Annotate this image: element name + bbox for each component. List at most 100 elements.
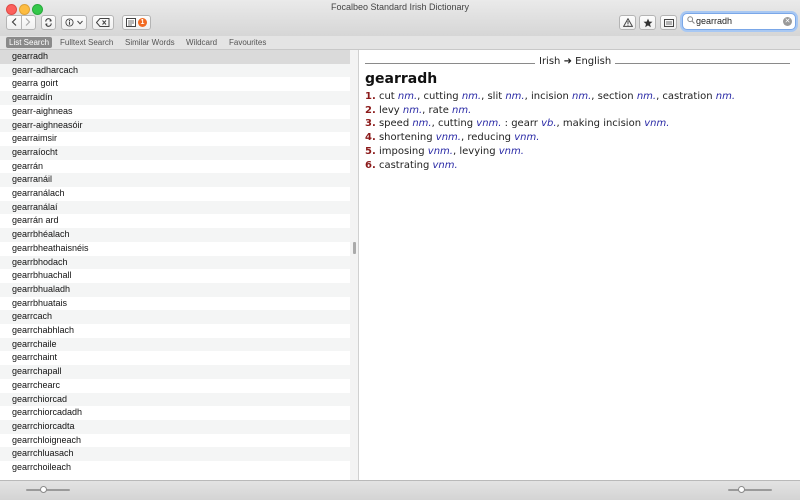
list-item[interactable]: gearrchearc (0, 379, 350, 393)
notes-icon (126, 18, 136, 27)
sense-number: 4. (365, 132, 376, 144)
list-item[interactable]: gearr-aighneasóir (0, 118, 350, 133)
list-item[interactable]: gearrchiorcadta (0, 419, 350, 434)
list-item[interactable]: gearrbhuatais (0, 297, 350, 311)
search-icon (687, 16, 695, 26)
entry-headword: gearradh (365, 71, 438, 87)
list-item[interactable]: gearrchluasach (0, 447, 350, 461)
list-item[interactable]: gearraidín (0, 91, 350, 105)
grammar-label: vnm. (432, 159, 458, 171)
list-item[interactable]: gearrchiorcad (0, 392, 350, 407)
tab-similar-words[interactable]: Similar Words (122, 37, 178, 48)
entry-view: Irish ➜ English gearradh 1. cut nm., cut… (359, 50, 800, 480)
translation-text: shortening (378, 132, 436, 144)
word-list[interactable]: gearradh gearr-adharcach gearra goirt gearr… (0, 50, 351, 480)
slider-knob[interactable] (737, 486, 745, 493)
list-item[interactable]: gearrchaint (0, 351, 350, 365)
translation-text: , making incision (556, 118, 645, 130)
report-button[interactable] (619, 15, 636, 30)
list-item[interactable]: gearrbhéalach (0, 228, 350, 242)
sense-number: 6. (365, 159, 376, 171)
list-item[interactable]: gearradh (0, 50, 350, 64)
grammar-label: nm. (461, 91, 482, 102)
sense-item: 3. speed nm., cutting vnm. : gearr vb., … (365, 117, 735, 131)
list-item[interactable]: gearrbheathaisnéis (0, 242, 350, 256)
list-item[interactable]: gearraíocht (0, 145, 350, 160)
grammar-label: vnm. (435, 132, 461, 144)
notes-count-badge: 1 (138, 18, 147, 27)
grammar-label: nm. (715, 91, 736, 102)
translation-text: levy (378, 104, 403, 116)
grammar-label: vnm. (427, 145, 453, 157)
info-icon (65, 18, 74, 27)
status-bar (0, 480, 800, 500)
list-item[interactable]: gearrchapall (0, 365, 350, 379)
search-mode-tabs: List Search Fulltext Search Similar Word… (0, 36, 800, 50)
translation-text: , cutting (431, 118, 477, 130)
nav-segment (6, 15, 36, 30)
chevron-left-icon (11, 17, 17, 26)
list-item[interactable]: gearrchaile (0, 337, 350, 352)
translation-text: , incision (524, 91, 572, 102)
list-item[interactable]: gearrchabhlach (0, 324, 350, 338)
list-item[interactable]: gearrán ard (0, 214, 350, 228)
sync-button[interactable] (41, 15, 56, 30)
list-item[interactable]: gearrán (0, 160, 350, 174)
list-item[interactable]: gearranáil (0, 173, 350, 187)
list-item[interactable]: gearrchoileach (0, 461, 350, 475)
sense-item: 4. shortening vnm., reducing vnm. (365, 131, 735, 145)
slider-knob[interactable] (40, 486, 48, 493)
sense-item: 5. imposing vnm., levying vnm. (365, 145, 735, 159)
chevron-right-icon (25, 17, 31, 26)
translation-text: , section (591, 91, 637, 102)
window-title: Focalbeo Standard Irish Dictionary (330, 2, 470, 12)
grammar-label: nm. (636, 91, 657, 102)
list-item[interactable]: gearrbhodach (0, 255, 350, 270)
translation-text: , reducing (460, 132, 515, 144)
search-input[interactable] (696, 15, 782, 27)
list-item[interactable]: gearranálaí (0, 200, 350, 215)
app-window: Focalbeo Standard Irish Dictionary 1 gea… (0, 0, 800, 500)
sense-number: 2. (365, 104, 376, 116)
list-item[interactable]: gearrchiorcadadh (0, 406, 350, 420)
sense-number: 1. (365, 91, 376, 102)
tab-list-search[interactable]: List Search (6, 37, 53, 48)
tab-favourites[interactable]: Favourites (226, 37, 269, 48)
clear-search-icon[interactable]: ✕ (783, 17, 792, 26)
grammar-label: vnm. (514, 132, 540, 144)
grammar-label: nm. (571, 91, 592, 102)
forward-button[interactable] (21, 17, 35, 28)
pane-splitter[interactable] (350, 50, 359, 480)
splitter-handle[interactable] (353, 242, 356, 254)
sense-number: 3. (365, 118, 376, 130)
list-item[interactable]: gearrcach (0, 310, 350, 324)
list-item[interactable]: gearra goirt (0, 77, 350, 91)
translation-text: , castration (656, 91, 716, 102)
list-font-size-slider[interactable] (26, 486, 70, 493)
tab-fulltext-search[interactable]: Fulltext Search (57, 37, 116, 48)
grammar-label: nm. (452, 104, 472, 116)
grammar-label: vnm. (498, 145, 524, 157)
back-button[interactable] (7, 17, 21, 28)
translation-text: cut (378, 91, 398, 102)
tab-wildcard[interactable]: Wildcard (183, 37, 220, 48)
keyboard-button[interactable] (660, 15, 677, 30)
sense-item: 2. levy nm., rate nm. (365, 104, 735, 118)
translation-text: , rate (422, 104, 453, 116)
list-item[interactable]: gearr-adharcach (0, 63, 350, 78)
list-item[interactable]: gearranálach (0, 187, 350, 201)
notes-button[interactable]: 1 (122, 15, 151, 30)
list-item[interactable]: gearrbhuachall (0, 269, 350, 283)
sense-item: 6. castrating vnm. (365, 159, 735, 173)
list-item[interactable]: gearr-aighneas (0, 105, 350, 119)
chevron-down-icon (77, 20, 83, 25)
entry-font-size-slider[interactable] (728, 486, 772, 493)
clear-history-button[interactable] (92, 15, 114, 30)
list-item[interactable]: gearraimsir (0, 132, 350, 146)
translation-text: imposing (378, 145, 428, 157)
favourite-button[interactable] (639, 15, 656, 30)
list-item[interactable]: gearrbhualadh (0, 282, 350, 297)
list-item[interactable]: gearrchloigneach (0, 434, 350, 448)
erase-icon (96, 18, 110, 27)
info-menu-button[interactable] (61, 15, 87, 30)
